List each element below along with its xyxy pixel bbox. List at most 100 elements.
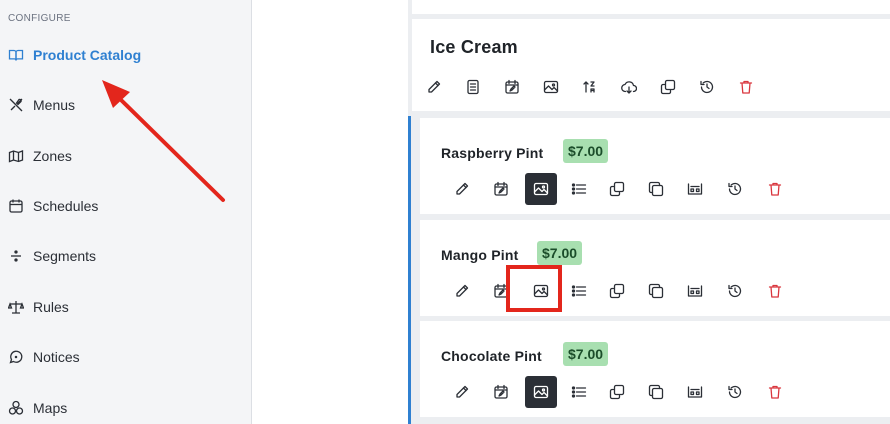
trash-icon	[738, 79, 754, 95]
pencil-button[interactable]	[446, 376, 478, 408]
image-button[interactable]	[525, 173, 557, 205]
utensils-icon	[8, 97, 24, 113]
pencil-button[interactable]	[446, 275, 478, 307]
document-icon	[465, 79, 481, 95]
calendar-edit-icon	[504, 79, 520, 95]
sidebar-item-label: Product Catalog	[33, 47, 142, 63]
list-icon	[571, 181, 587, 197]
duplicate-button[interactable]	[640, 275, 672, 307]
sidebar-item-product-catalog[interactable]: Product Catalog	[0, 40, 252, 70]
trash-button[interactable]	[759, 376, 791, 408]
product-card: Chocolate Pint $7.00	[420, 321, 890, 417]
sidebar-item-label: Notices	[33, 349, 80, 365]
pencil-icon	[454, 384, 470, 400]
scale-icon	[8, 299, 24, 315]
sidebar-item-notices[interactable]: Notices	[0, 342, 252, 372]
shapes-icon	[8, 400, 24, 416]
category-accent-bar	[408, 116, 411, 424]
pencil-icon	[426, 79, 442, 95]
history-button[interactable]	[719, 275, 751, 307]
product-card: Raspberry Pint $7.00	[420, 118, 890, 214]
calendar-edit-button[interactable]	[496, 71, 528, 103]
history-icon	[699, 79, 715, 95]
duplicate-button[interactable]	[640, 376, 672, 408]
category-card: Ice Cream	[412, 19, 890, 111]
previous-card-edge	[412, 0, 890, 14]
list-button[interactable]	[563, 376, 595, 408]
copy-button[interactable]	[601, 173, 633, 205]
calendar-edit-icon	[493, 181, 509, 197]
sidebar-item-schedules[interactable]: Schedules	[0, 191, 252, 221]
duplicate-icon	[648, 384, 664, 400]
trash-button[interactable]	[759, 275, 791, 307]
sidebar-item-label: Menus	[33, 97, 76, 113]
copy-button[interactable]	[652, 71, 684, 103]
barcode-icon	[687, 384, 703, 400]
category-toolbar	[412, 19, 890, 111]
book-open-icon	[8, 47, 24, 63]
calendar-edit-button[interactable]	[485, 376, 517, 408]
sidebar-item-label: Rules	[33, 299, 69, 315]
duplicate-icon	[648, 181, 664, 197]
copy-icon	[660, 79, 676, 95]
calendar-edit-button[interactable]	[485, 275, 517, 307]
product-toolbar	[420, 321, 890, 417]
pencil-icon	[454, 283, 470, 299]
image-icon	[533, 283, 549, 299]
sidebar-item-rules[interactable]: Rules	[0, 292, 252, 322]
sidebar-item-menus[interactable]: Menus	[0, 90, 252, 120]
product-toolbar	[420, 118, 890, 214]
sidebar-item-segments[interactable]: Segments	[0, 241, 252, 271]
copy-icon	[609, 283, 625, 299]
copy-icon	[609, 384, 625, 400]
pencil-button[interactable]	[446, 173, 478, 205]
history-icon	[727, 283, 743, 299]
sort-icon	[582, 79, 598, 95]
product-card: Mango Pint $7.00	[420, 220, 890, 316]
trash-button[interactable]	[730, 71, 762, 103]
list-button[interactable]	[563, 275, 595, 307]
history-icon	[727, 181, 743, 197]
image-button[interactable]	[525, 376, 557, 408]
image-button[interactable]	[535, 71, 567, 103]
copy-button[interactable]	[601, 275, 633, 307]
trash-icon	[767, 384, 783, 400]
image-icon	[533, 181, 549, 197]
cloud-download-icon	[621, 79, 637, 95]
sidebar-item-label: Maps	[33, 400, 68, 416]
sort-button[interactable]	[574, 71, 606, 103]
product-toolbar	[420, 220, 890, 316]
sidebar-section-label: CONFIGURE	[8, 13, 71, 24]
trash-button[interactable]	[759, 173, 791, 205]
cloud-download-button[interactable]	[613, 71, 645, 103]
history-button[interactable]	[719, 173, 751, 205]
copy-icon	[609, 181, 625, 197]
barcode-button[interactable]	[679, 275, 711, 307]
sidebar-item-label: Schedules	[33, 198, 99, 214]
sidebar-item-label: Segments	[33, 248, 97, 264]
calendar-edit-icon	[493, 384, 509, 400]
duplicate-button[interactable]	[640, 173, 672, 205]
sidebar-item-zones[interactable]: Zones	[0, 141, 252, 171]
pencil-button[interactable]	[418, 71, 450, 103]
document-button[interactable]	[457, 71, 489, 103]
calendar-edit-button[interactable]	[485, 173, 517, 205]
sidebar-item-maps[interactable]: Maps	[0, 393, 252, 423]
map-icon	[8, 148, 24, 164]
trash-icon	[767, 283, 783, 299]
history-button[interactable]	[691, 71, 723, 103]
history-button[interactable]	[719, 376, 751, 408]
app-root: CONFIGURE Product Catalog Menus Zones Sc…	[0, 0, 890, 424]
barcode-icon	[687, 181, 703, 197]
copy-button[interactable]	[601, 376, 633, 408]
list-button[interactable]	[563, 173, 595, 205]
image-button[interactable]	[525, 275, 557, 307]
image-icon	[543, 79, 559, 95]
barcode-button[interactable]	[679, 376, 711, 408]
barcode-button[interactable]	[679, 173, 711, 205]
sidebar: CONFIGURE Product Catalog Menus Zones Sc…	[0, 0, 252, 424]
calendar-icon	[8, 198, 24, 214]
main-content: Ice Cream Raspberry Pint $7.00 Mango Pin…	[252, 0, 890, 424]
image-icon	[533, 384, 549, 400]
divide-icon	[8, 248, 24, 264]
